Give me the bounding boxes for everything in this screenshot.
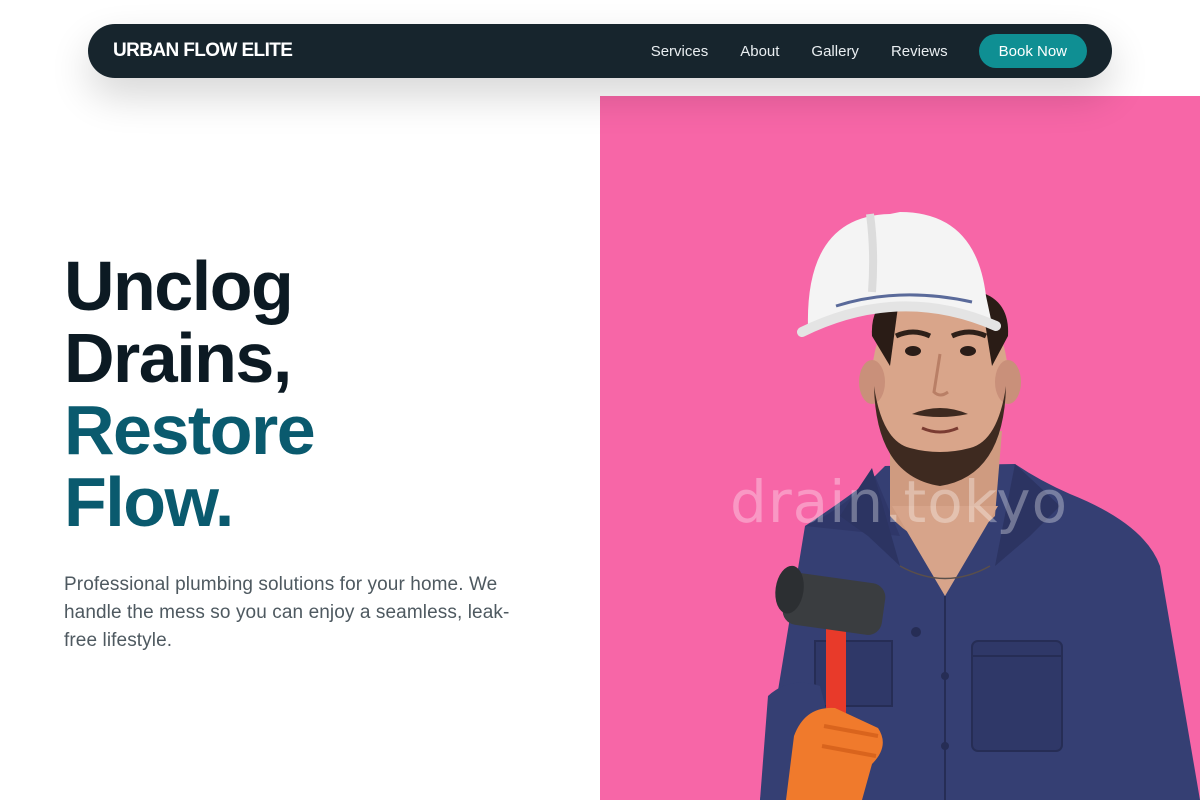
image-watermark: drain.tokyo [730,468,1069,536]
headline-line-2: Drains, [64,319,292,397]
hero-subtext: Professional plumbing solutions for your… [64,574,510,651]
nav-link-gallery[interactable]: Gallery [811,43,859,60]
top-navbar: URBAN FLOW ELITE Services About Gallery … [88,24,1112,78]
hero-image-plumber: drain.tokyo [600,96,1200,800]
book-now-button[interactable]: Book Now [978,34,1087,68]
nav-link-services[interactable]: Services [651,43,709,60]
plumber-illustration [760,212,1200,800]
chest-pocket [971,640,1063,752]
brand-logo[interactable]: URBAN FLOW ELITE [113,40,293,62]
headline-line-4: Flow. [64,463,234,541]
landing-page: URBAN FLOW ELITE Services About Gallery … [0,0,1200,800]
hero-text: Unclog Drains, Restore Flow. Professiona… [64,250,584,655]
hero-headline: Unclog Drains, Restore Flow. [64,250,584,538]
nav-link-about[interactable]: About [740,43,779,60]
nav-link-reviews[interactable]: Reviews [891,43,948,60]
nav-links: Services About Gallery Reviews Book Now [651,34,1087,68]
headline-line-3: Restore [64,391,316,469]
headline-line-1: Unclog [64,247,294,325]
